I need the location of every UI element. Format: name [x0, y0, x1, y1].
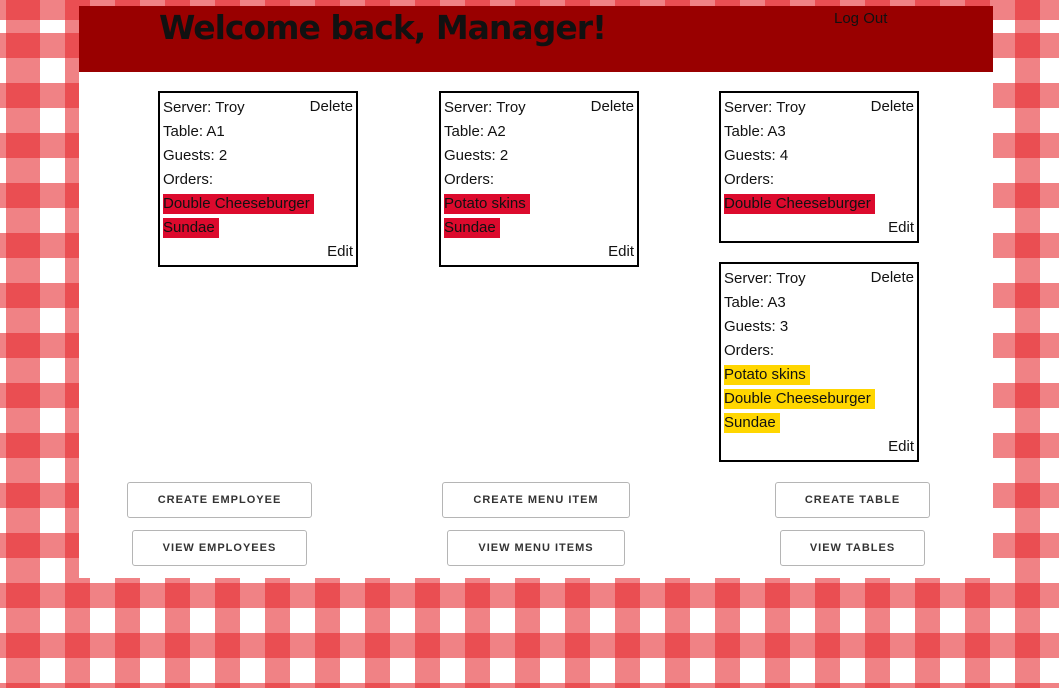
guests-label: Guests: 3 — [724, 318, 789, 335]
order-item: Potato skins — [724, 365, 810, 385]
order-item: Double Cheeseburger — [163, 194, 314, 214]
order-item: Sundae — [444, 218, 500, 238]
guests-label: Guests: 2 — [444, 147, 509, 164]
logout-link[interactable]: Log Out — [834, 10, 887, 27]
table-card: Server: Troy Delete Table: A3 Guests: 3 … — [719, 262, 919, 462]
order-item: Double Cheeseburger — [724, 194, 875, 214]
server-label: Server: Troy — [724, 270, 806, 287]
server-label: Server: Troy — [724, 99, 806, 116]
create-menu-item-button[interactable]: CREATE MENU ITEM — [442, 482, 630, 518]
edit-button[interactable]: Edit — [327, 243, 353, 260]
orders-label: Orders: — [724, 171, 775, 188]
guests-label: Guests: 4 — [724, 147, 789, 164]
order-item: Sundae — [724, 413, 780, 433]
create-employee-button[interactable]: CREATE EMPLOYEE — [127, 482, 312, 518]
table-label: Table: A1 — [163, 123, 225, 140]
header-bar: Welcome back, Manager! Log Out — [79, 6, 993, 72]
view-employees-button[interactable]: VIEW EMPLOYEES — [132, 530, 307, 566]
table-label: Table: A3 — [724, 123, 786, 140]
delete-button[interactable]: Delete — [591, 98, 634, 115]
order-item: Double Cheeseburger — [724, 389, 875, 409]
edit-button[interactable]: Edit — [888, 438, 914, 455]
table-label: Table: A2 — [444, 123, 506, 140]
page-title: Welcome back, Manager! — [159, 8, 607, 47]
server-label: Server: Troy — [163, 99, 245, 116]
view-tables-button[interactable]: VIEW TABLES — [780, 530, 925, 566]
view-menu-items-button[interactable]: VIEW MENU ITEMS — [447, 530, 625, 566]
table-card: Server: Troy Delete Table: A3 Guests: 4 … — [719, 91, 919, 243]
delete-button[interactable]: Delete — [310, 98, 353, 115]
edit-button[interactable]: Edit — [888, 219, 914, 236]
order-item: Sundae — [163, 218, 219, 238]
edit-button[interactable]: Edit — [608, 243, 634, 260]
create-table-button[interactable]: CREATE TABLE — [775, 482, 930, 518]
table-card: Server: Troy Delete Table: A1 Guests: 2 … — [158, 91, 358, 267]
server-label: Server: Troy — [444, 99, 526, 116]
orders-label: Orders: — [444, 171, 495, 188]
table-label: Table: A3 — [724, 294, 786, 311]
main-panel: Welcome back, Manager! Log Out Server: T… — [79, 6, 993, 578]
delete-button[interactable]: Delete — [871, 98, 914, 115]
table-card: Server: Troy Delete Table: A2 Guests: 2 … — [439, 91, 639, 267]
order-item: Potato skins — [444, 194, 530, 214]
orders-label: Orders: — [163, 171, 214, 188]
orders-label: Orders: — [724, 342, 775, 359]
guests-label: Guests: 2 — [163, 147, 228, 164]
delete-button[interactable]: Delete — [871, 269, 914, 286]
